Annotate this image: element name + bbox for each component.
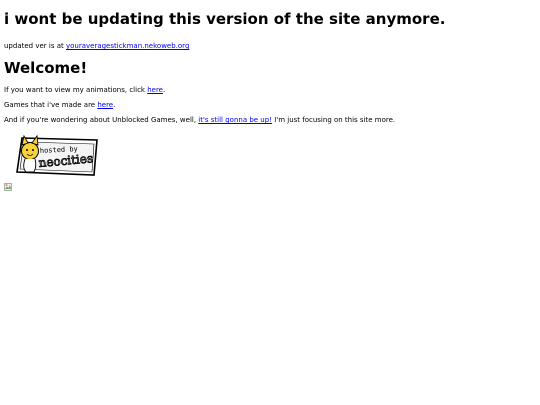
unblocked-games-line: And if you're wondering about Unblocked … [4, 116, 536, 125]
unblocked-link[interactable]: it's still gonna be up! [198, 116, 272, 124]
page-body: i wont be updating this version of the s… [0, 0, 540, 191]
hosted-by-neocities-badge[interactable]: hosted by neocities [14, 132, 100, 180]
broken-image [4, 176, 12, 191]
welcome-heading: Welcome! [4, 59, 88, 77]
animations-link[interactable]: here [147, 86, 163, 94]
games-line: Games that i've made are here. [4, 101, 536, 110]
games-text: Games that i've made are [4, 101, 98, 109]
broken-image-icon [4, 183, 12, 191]
unblocked-text: And if you're wondering about Unblocked … [4, 116, 199, 124]
unblocked-suffix: I'm just focusing on this site more. [272, 116, 396, 124]
animations-text: If you want to view my animations, click [4, 86, 148, 94]
animations-line: If you want to view my animations, click… [4, 86, 536, 95]
games-suffix: . [113, 101, 116, 109]
neocities-cat-badge-icon: hosted by neocities [16, 134, 98, 176]
updated-version-line: updated ver is at youraveragestickman.ne… [4, 42, 536, 51]
updated-version-link[interactable]: youraveragestickman.nekoweb.org [66, 42, 189, 50]
games-link[interactable]: here [97, 101, 113, 109]
animations-suffix: . [162, 86, 166, 94]
notice-heading: i wont be updating this version of the s… [4, 10, 446, 28]
updated-version-text: updated ver is at [4, 42, 66, 50]
